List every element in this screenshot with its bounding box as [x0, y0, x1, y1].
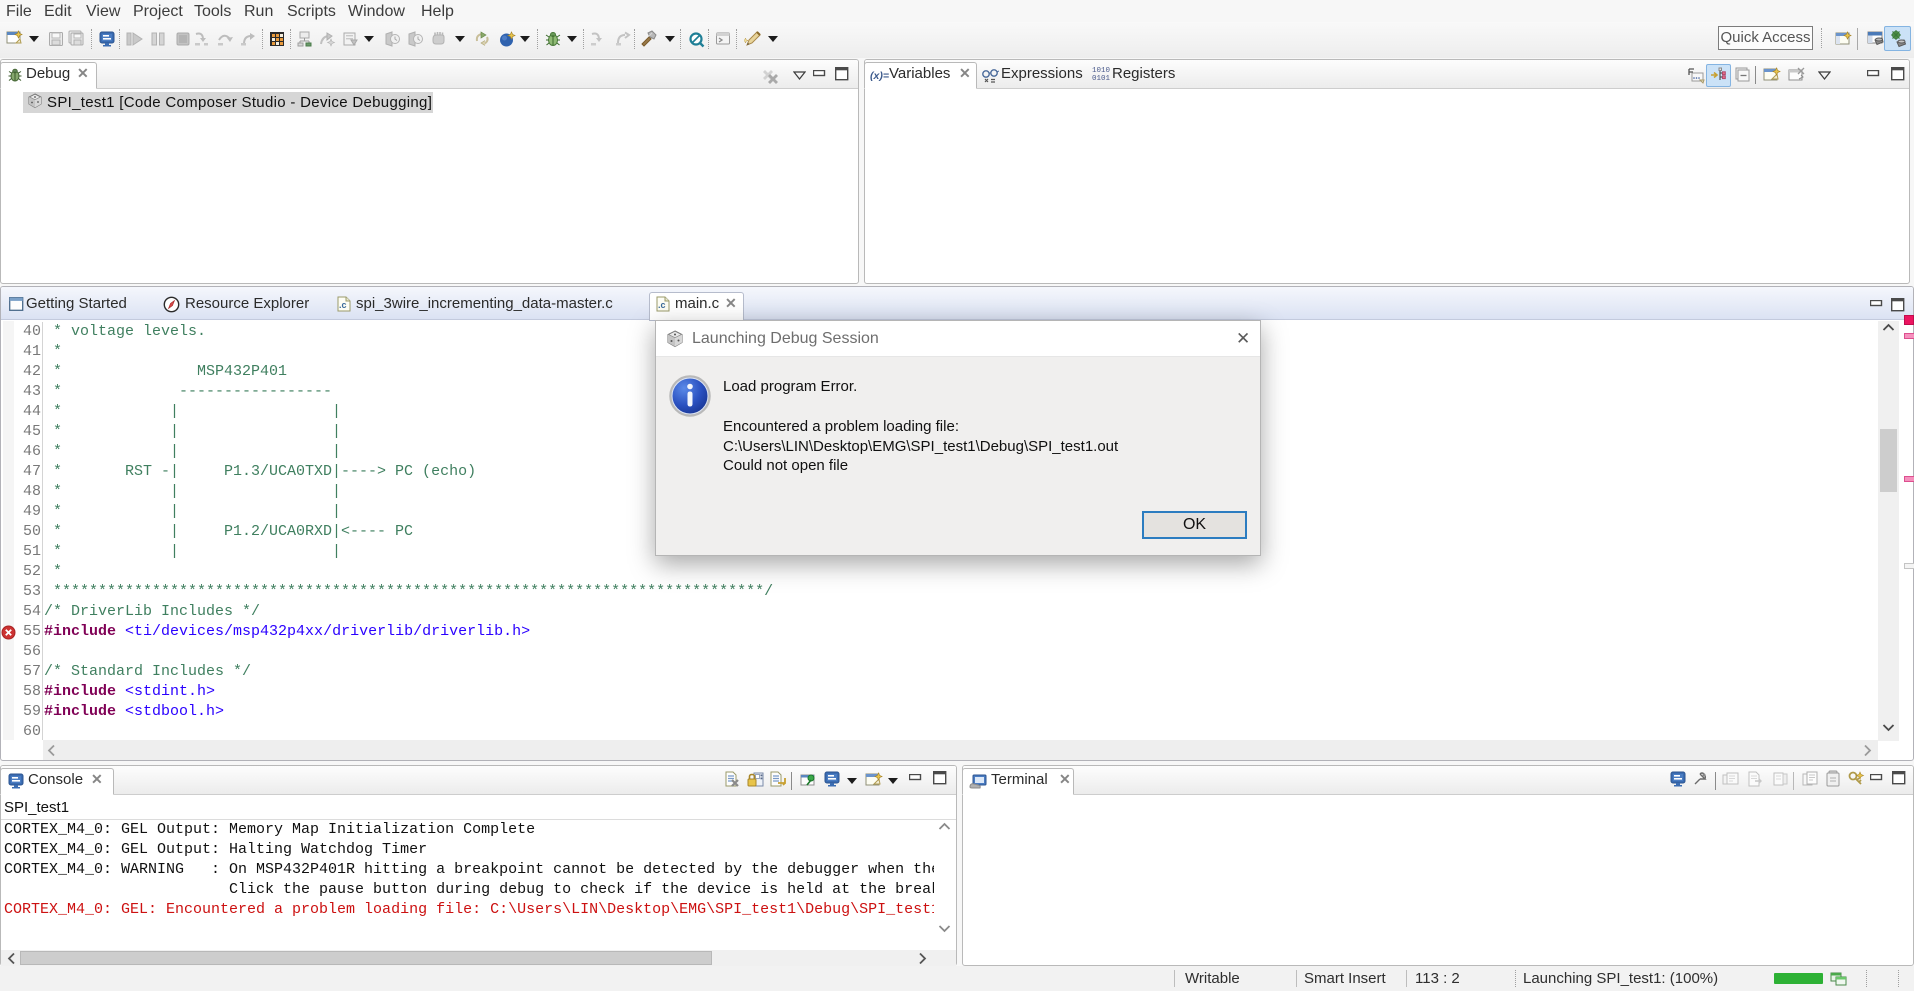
svg-text:.c: .c [339, 300, 347, 310]
svg-text:.c: .c [658, 300, 666, 310]
